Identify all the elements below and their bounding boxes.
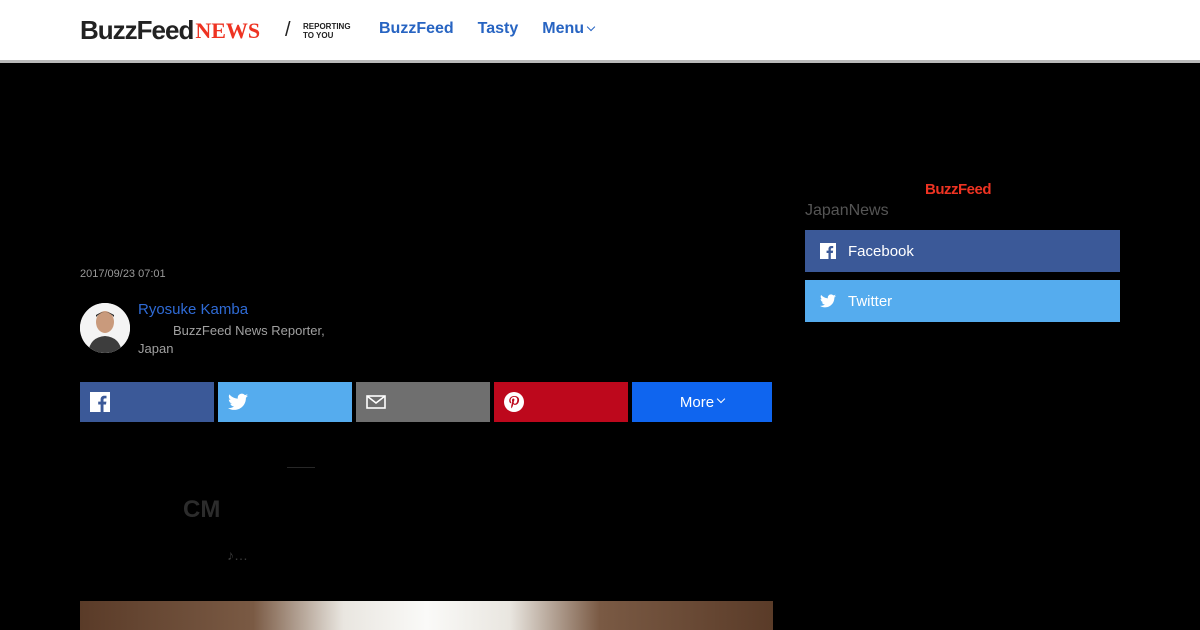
- nav-menu-label: Menu: [542, 20, 585, 37]
- logo-tagline: REPORTING TO YOU: [303, 22, 351, 40]
- facebook-icon: [90, 392, 110, 412]
- logo-slash: /: [285, 19, 291, 41]
- article-text-dash: ——: [287, 458, 315, 474]
- share-more-button[interactable]: More: [632, 382, 772, 422]
- logo-news-text: NEWS: [195, 18, 261, 43]
- share-twitter-button[interactable]: [218, 382, 352, 422]
- share-email-button[interactable]: [356, 382, 490, 422]
- facebook-icon: [820, 243, 836, 259]
- publish-date: 2017/09/23 07:01: [80, 268, 166, 280]
- buzzfeed-news-logo[interactable]: BuzzFeed NEWS / REPORTING TO YOU: [80, 15, 351, 45]
- avatar-photo-icon: [80, 303, 130, 353]
- chevron-down-icon: [716, 394, 726, 404]
- sidebar-facebook-label: Facebook: [848, 242, 914, 260]
- twitter-icon: [820, 294, 836, 308]
- sidebar-label: JapanNews: [805, 202, 889, 219]
- twitter-icon: [228, 393, 248, 410]
- main-nav: BuzzFeed Tasty Menu: [379, 20, 596, 38]
- sidebar-twitter-label: Twitter: [848, 292, 893, 310]
- logo-buzzfeed-text: BuzzFeed: [80, 15, 194, 45]
- nav-menu-button[interactable]: Menu: [542, 20, 596, 38]
- pinterest-icon: [504, 392, 524, 412]
- email-icon: [366, 395, 386, 409]
- author-role-line2: Japan: [138, 341, 174, 356]
- article-text-note: ♪…: [227, 547, 248, 563]
- article-image: [80, 601, 773, 630]
- sidebar-buzzfeed-logo[interactable]: BuzzFeed: [925, 181, 992, 198]
- nav-buzzfeed-link[interactable]: BuzzFeed: [379, 20, 454, 38]
- author-role-line1: BuzzFeed News Reporter,: [173, 323, 325, 338]
- share-bar: More: [80, 382, 772, 422]
- article-heading-cm: CM: [183, 496, 221, 523]
- sidebar-twitter-button[interactable]: Twitter: [805, 280, 1120, 322]
- share-more-label: More: [679, 393, 715, 411]
- nav-tasty-link[interactable]: Tasty: [478, 20, 519, 38]
- share-pinterest-button[interactable]: [494, 382, 628, 422]
- chevron-down-icon: [586, 22, 596, 32]
- author-avatar[interactable]: [80, 303, 130, 353]
- sidebar-facebook-button[interactable]: Facebook: [805, 230, 1120, 272]
- author-name-link[interactable]: Ryosuke Kamba: [138, 301, 248, 318]
- site-header: BuzzFeed NEWS / REPORTING TO YOU BuzzFee…: [0, 0, 1200, 63]
- share-facebook-button[interactable]: [80, 382, 214, 422]
- author-role: BuzzFeed News Reporter, Japan: [138, 322, 348, 358]
